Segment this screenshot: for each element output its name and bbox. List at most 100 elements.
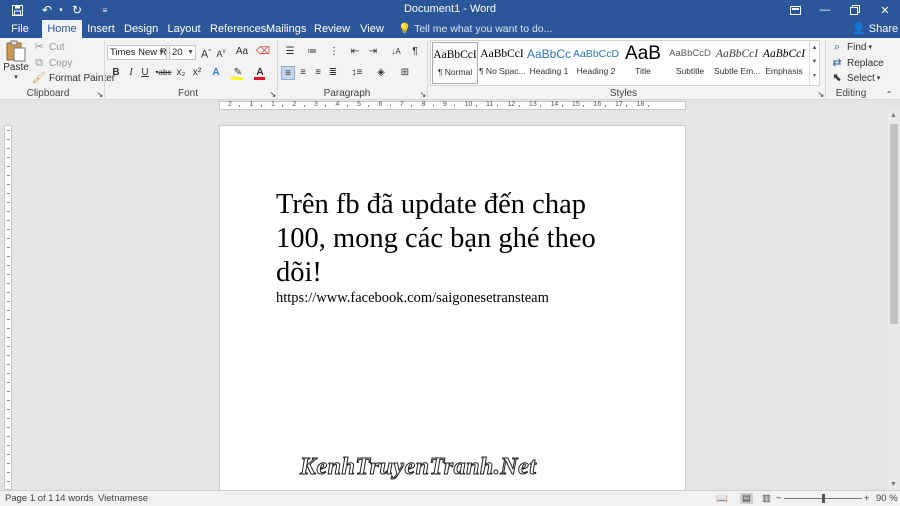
style-no-spacing[interactable]: AaBbCcI ¶ No Spac... [479,42,525,84]
clipboard-group-label: Clipboard [26,88,70,99]
bullets-button[interactable]: ☰ [282,45,298,59]
cut-button[interactable]: ✂ Cut [32,41,64,53]
shrink-font-button[interactable]: Av [214,45,228,59]
replace-icon: ⇄ [832,57,842,69]
decrease-indent-button[interactable]: ⇤ [348,45,362,59]
style-subtitle[interactable]: AaBbCcD Subtitle [667,42,713,84]
minimize-icon[interactable]: — [810,0,840,20]
tab-insert[interactable]: Insert [86,20,116,38]
italic-button[interactable]: I [124,66,138,80]
chevron-down-icon: ▾ [876,75,881,82]
numbering-button[interactable]: ≔ [304,45,320,59]
document-heading-text[interactable]: Trên fb đã update đến chap 100, mong các… [276,188,636,290]
borders-button[interactable]: ⊞ [396,66,414,80]
strikethrough-button[interactable]: abc [158,66,172,80]
subscript-button[interactable]: x₂ [174,66,188,80]
redo-icon[interactable]: ↻ [68,2,86,18]
tab-file[interactable]: File [6,20,34,38]
multilevel-list-button[interactable]: ⋮ [326,45,342,59]
style-heading-1[interactable]: AaBbCc Heading 1 [526,42,572,84]
zoom-level[interactable]: 90 % [876,493,898,504]
show-marks-button[interactable]: ¶ [408,45,422,59]
tell-me-box[interactable]: 💡 Tell me what you want to do... [398,20,552,38]
ribbon-display-icon[interactable] [780,0,810,20]
replace-button[interactable]: ⇄ Replace [830,57,883,69]
ruler-tick [7,337,10,338]
change-case-button[interactable]: Aa [233,45,251,59]
grow-font-button[interactable]: A^ [199,45,213,61]
collapse-ribbon-icon[interactable]: ⌃ [882,88,896,102]
sort-button[interactable]: ↓A [388,45,404,59]
ruler-number: 7 [400,101,404,108]
horizontal-ruler[interactable]: 2 1 1 2 3 4 5 6 7 8 9 10 11 12 13 14 15 16 17 18 [219,101,686,110]
print-layout-icon[interactable]: ▤ [740,493,753,504]
scroll-thumb[interactable] [890,124,898,324]
language-indicator[interactable]: Vietnamese [98,493,148,504]
clear-formatting-button[interactable]: ⌫ [256,45,270,59]
font-color-button[interactable]: A [252,66,268,80]
zoom-out-icon[interactable]: − [776,493,782,504]
scroll-down-icon[interactable]: ▼ [890,481,897,488]
format-painter-button[interactable]: 🖌 Format Painter [32,72,115,84]
tab-layout[interactable]: Layout [166,20,202,38]
shading-button[interactable]: ◈ [372,66,390,80]
align-right-button[interactable]: ≡ [311,66,325,80]
ruler-tick [540,105,541,107]
zoom-slider-thumb[interactable] [822,494,825,503]
font-size-select[interactable]: 20 ▼ [169,45,196,60]
tab-review[interactable]: Review [314,20,350,38]
style-emphasis[interactable]: AaBbCcI Emphasis [761,42,807,84]
editing-group-label: Editing [835,88,867,99]
style-title[interactable]: AaB Title [620,42,666,84]
style-subtle-emphasis[interactable]: AaBbCcI Subtle Em... [714,42,760,84]
styles-group-label: Styles [609,88,638,99]
increase-indent-button[interactable]: ⇥ [366,45,380,59]
status-bar: Page 1 of 1 14 words Vietnamese 📖 ▤ ▥ − … [0,490,900,506]
styles-scroll[interactable]: ▲ ▼ ▾ [809,41,819,85]
word-count[interactable]: 14 words [55,493,94,504]
style-name: ¶ No Spac... [479,66,525,76]
style-heading-2[interactable]: AaBbCcD Heading 2 [573,42,619,84]
restore-icon[interactable] [840,0,870,20]
zoom-in-icon[interactable]: + [864,493,870,504]
vertical-scrollbar[interactable]: ▲ ▼ [888,110,900,490]
select-button[interactable]: ⬉ Select ▾ [830,72,880,84]
web-layout-icon[interactable]: ▥ [762,493,771,504]
document-page[interactable]: Trên fb đã update đến chap 100, mong các… [219,125,686,491]
style-normal[interactable]: AaBbCcI ¶ Normal [432,42,478,84]
ruler-tick [411,105,412,107]
highlight-button[interactable]: ✎ [229,66,247,80]
tab-view[interactable]: View [358,20,386,38]
share-button[interactable]: 👤 Share [852,20,898,38]
copy-button[interactable]: ⧉ Copy [32,57,72,69]
page-count[interactable]: Page 1 of 1 [5,493,54,504]
bold-button[interactable]: B [109,66,123,80]
scroll-up-icon[interactable]: ▲ [890,112,897,119]
ruler-tick [7,436,10,437]
text-effects-button[interactable]: A [209,66,223,80]
person-icon: 👤 [852,23,866,35]
style-preview: AaBbCcI [433,49,477,61]
save-icon[interactable] [8,2,26,18]
align-left-button[interactable]: ≡ [281,66,295,80]
superscript-button[interactable]: x² [190,66,204,80]
ruler-tick [7,319,10,320]
find-button[interactable]: ⌕ Find ▾ [830,41,872,53]
justify-button[interactable]: ≣ [326,66,340,80]
line-spacing-button[interactable]: ↕≡ [348,66,366,80]
font-family-select[interactable]: Times New Ro ▼ [107,45,167,60]
tab-home[interactable]: Home [42,20,82,39]
ruler-tick [518,105,520,107]
tab-design[interactable]: Design [124,20,158,38]
scissors-icon: ✂ [34,41,44,53]
vertical-ruler[interactable] [4,125,12,490]
customize-icon[interactable]: ≡ [96,2,114,18]
close-icon[interactable]: ✕ [870,0,900,20]
tab-mailings[interactable]: Mailings [266,20,306,38]
read-mode-icon[interactable]: 📖 [716,493,728,504]
style-preview: AaBbCcD [669,48,711,59]
document-link-text[interactable]: https://www.facebook.com/saigonesetranst… [276,290,549,307]
paste-button[interactable]: Paste ▾ [3,40,29,81]
align-center-button[interactable]: ≡ [296,66,310,80]
tab-references[interactable]: References [210,20,266,38]
